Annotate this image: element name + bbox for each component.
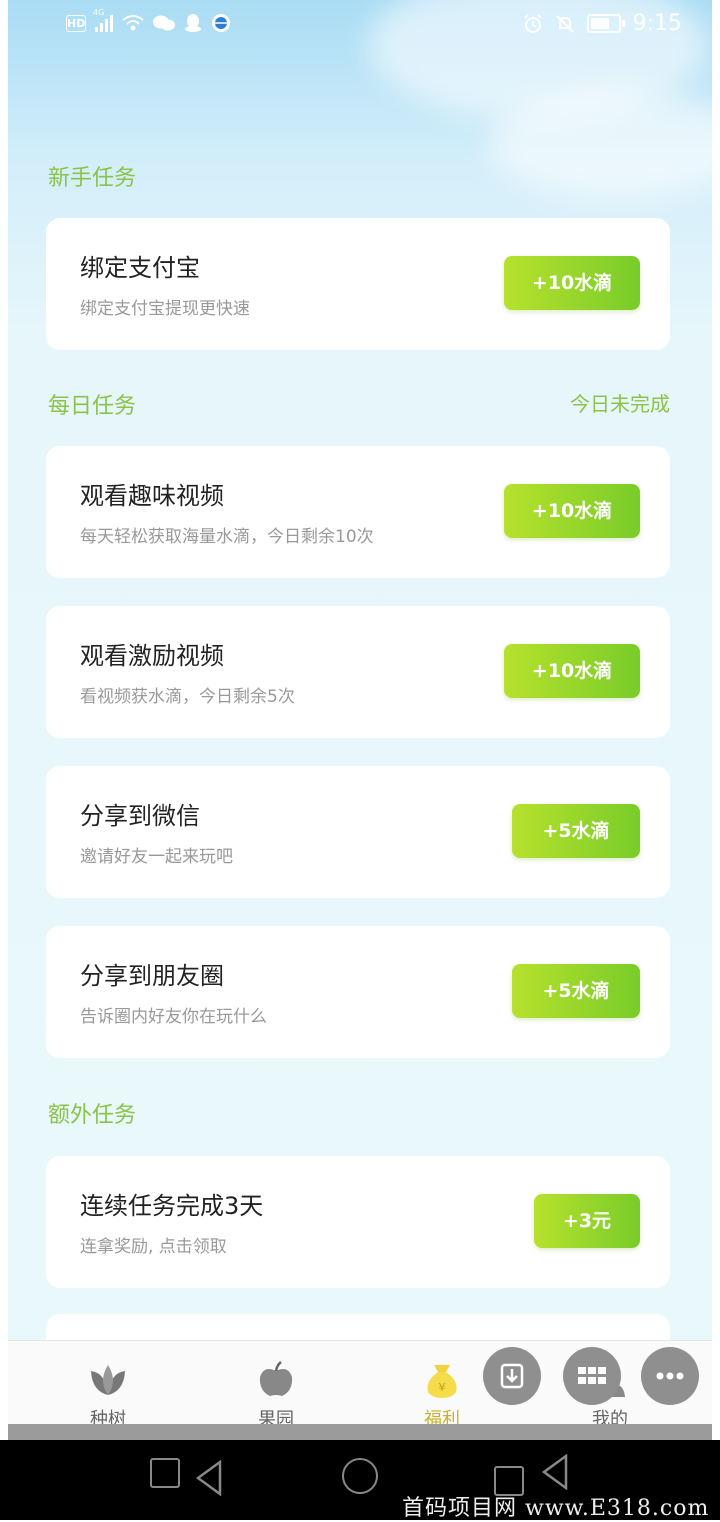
network-type: 4G bbox=[93, 8, 105, 17]
task-title: 分享到微信 bbox=[80, 802, 200, 830]
gesture-bar-shadow bbox=[8, 1424, 712, 1440]
tab-orchard[interactable]: 果园 bbox=[216, 1341, 336, 1430]
task-title: 连续任务完成3天 bbox=[80, 1192, 264, 1220]
task-desc: 连拿奖励, 点击领取 bbox=[80, 1237, 227, 1257]
section-title-newbie: 新手任务 bbox=[48, 166, 137, 191]
browser-icon bbox=[212, 14, 230, 32]
home-icon[interactable] bbox=[342, 1458, 378, 1494]
task-title: 观看激励视频 bbox=[80, 642, 224, 670]
more-icon bbox=[656, 1372, 684, 1380]
back-icon[interactable] bbox=[540, 1454, 570, 1490]
wifi-icon bbox=[122, 15, 144, 31]
app-screen: HD 4G 9:15 新手任务 绑定支付宝 绑定支付宝提现更快速 +10水滴 每… bbox=[8, 0, 712, 1440]
hd-badge: HD bbox=[66, 14, 86, 32]
signal-icon: 4G bbox=[93, 8, 113, 32]
qq-icon bbox=[185, 14, 201, 32]
task-desc: 看视频获水滴，今日剩余5次 bbox=[80, 687, 295, 707]
section-title-daily: 每日任务 bbox=[48, 394, 137, 419]
daily-status: 今日未完成 bbox=[570, 392, 670, 416]
alarm-icon bbox=[523, 13, 542, 33]
section-title-extra: 额外任务 bbox=[48, 1103, 137, 1128]
reward-button[interactable]: +5水滴 bbox=[512, 964, 640, 1018]
task-card[interactable]: 连续任务完成3天 连拿奖励, 点击领取 +3元 bbox=[46, 1156, 670, 1288]
reward-button[interactable]: +5水滴 bbox=[512, 804, 640, 858]
task-title: 分享到朋友圈 bbox=[80, 962, 224, 990]
wechat-icon bbox=[153, 15, 175, 31]
grid-icon bbox=[578, 1367, 606, 1384]
task-card[interactable]: 观看趣味视频 每天轻松获取海量水滴，今日剩余10次 +10水滴 bbox=[46, 446, 670, 578]
task-desc: 绑定支付宝提现更快速 bbox=[80, 299, 250, 319]
reward-button[interactable]: +3元 bbox=[534, 1194, 640, 1248]
task-desc: 每天轻松获取海量水滴，今日剩余10次 bbox=[80, 527, 374, 547]
recents-icon[interactable] bbox=[150, 1458, 180, 1488]
apple-icon bbox=[259, 1361, 293, 1396]
back-icon[interactable] bbox=[194, 1460, 224, 1496]
download-button[interactable] bbox=[483, 1347, 541, 1405]
mute-bell-icon bbox=[555, 14, 574, 33]
battery-icon bbox=[586, 14, 625, 33]
tab-plant-tree[interactable]: 种树 bbox=[48, 1341, 168, 1430]
task-desc: 告诉圈内好友你在玩什么 bbox=[80, 1007, 267, 1027]
download-icon bbox=[500, 1363, 524, 1389]
task-card[interactable]: 绑定支付宝 绑定支付宝提现更快速 +10水滴 bbox=[46, 218, 670, 350]
more-button[interactable] bbox=[641, 1347, 699, 1405]
task-card[interactable]: 观看激励视频 看视频获水滴，今日剩余5次 +10水滴 bbox=[46, 606, 670, 738]
task-card[interactable]: 分享到微信 邀请好友一起来玩吧 +5水滴 bbox=[46, 766, 670, 898]
reward-button[interactable]: +10水滴 bbox=[504, 484, 640, 538]
watermark-text: 首码项目网 www.E318.com bbox=[402, 1496, 710, 1521]
task-title: 观看趣味视频 bbox=[80, 482, 224, 510]
system-navigation-bar: 首码项目网 www.E318.com bbox=[0, 1440, 720, 1521]
status-bar: HD 4G 9:15 bbox=[8, 0, 712, 52]
grid-button[interactable] bbox=[563, 1347, 621, 1405]
task-card[interactable]: 分享到朋友圈 告诉圈内好友你在玩什么 +5水滴 bbox=[46, 926, 670, 1058]
svg-text:¥: ¥ bbox=[439, 1381, 446, 1394]
money-bag-icon: ¥ bbox=[427, 1365, 457, 1398]
clock: 9:15 bbox=[632, 11, 682, 36]
task-title: 绑定支付宝 bbox=[80, 254, 200, 282]
task-desc: 邀请好友一起来玩吧 bbox=[80, 847, 233, 867]
reward-button[interactable]: +10水滴 bbox=[504, 256, 640, 310]
reward-button[interactable]: +10水滴 bbox=[504, 644, 640, 698]
leaf-icon bbox=[91, 1365, 125, 1395]
